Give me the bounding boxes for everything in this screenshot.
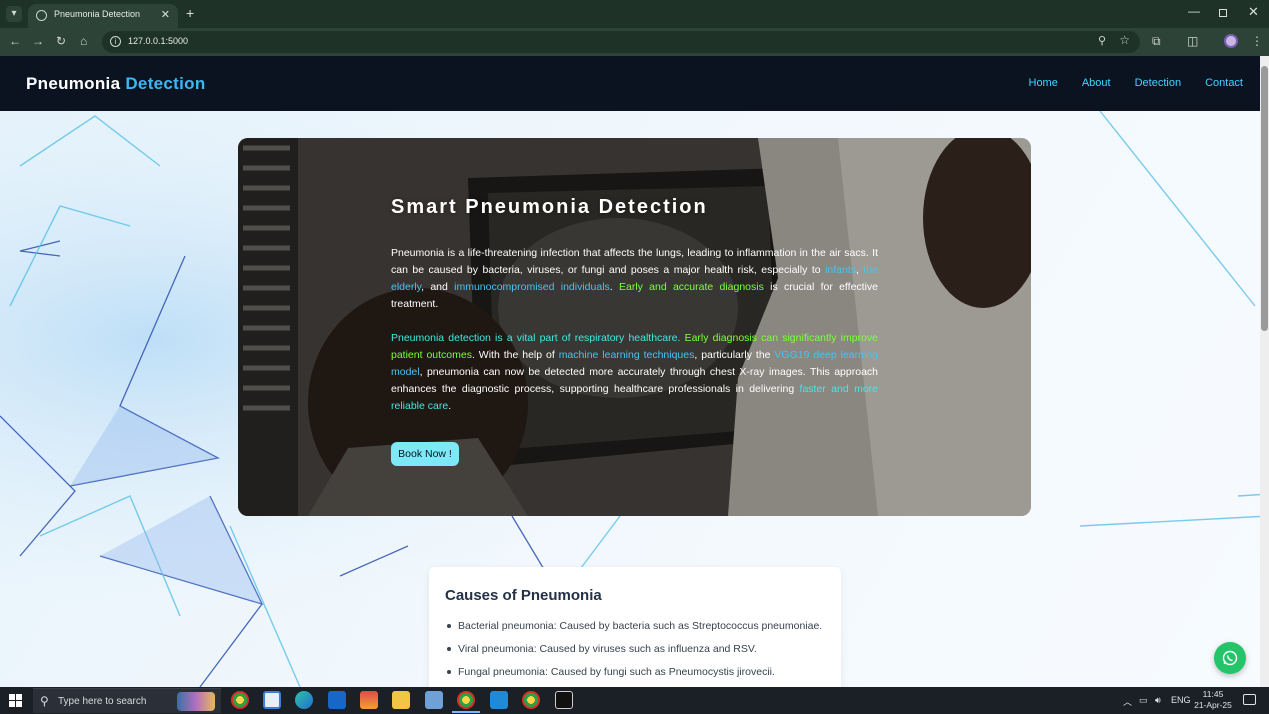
whatsapp-chat-button[interactable] xyxy=(1214,642,1246,674)
causes-list-item: Fungal pneumonia: Caused by fungi such a… xyxy=(445,665,822,687)
hero-paragraph-intro: Pneumonia is a life-threatening infectio… xyxy=(391,245,878,313)
whatsapp-icon xyxy=(1222,650,1238,666)
scrollbar-thumb[interactable] xyxy=(1261,66,1268,331)
browser-menu-icon[interactable]: ⋮ xyxy=(1251,34,1263,48)
browser-tab[interactable]: Pneumonia Detection ✕ xyxy=(28,4,178,28)
site-navbar: Pneumonia Detection Home About Detection… xyxy=(0,56,1260,111)
brand-accent-text: Detection xyxy=(125,74,206,93)
minimize-window-icon[interactable]: — xyxy=(1188,4,1200,18)
hero-p2-ml: machine learning techniques xyxy=(558,349,695,361)
home-icon[interactable]: ⌂ xyxy=(80,34,87,48)
zoom-icon[interactable]: ⚲ xyxy=(1098,34,1106,47)
chrome-active-app-icon[interactable] xyxy=(457,691,475,709)
extensions-icon[interactable]: ⧉ xyxy=(1152,34,1161,49)
volume-icon[interactable]: 🔊︎ xyxy=(1155,695,1161,706)
tab-search-chevron-icon[interactable]: ▾ xyxy=(6,6,22,22)
hero-p2-vital: Pneumonia detection is a vital part of r… xyxy=(391,332,681,344)
hero-p2-text-1: . With the help of xyxy=(471,349,559,361)
forward-arrow-icon[interactable]: → xyxy=(32,34,44,48)
browser-toolbar: ← → ↻ ⌂ i 127.0.0.1:5000 ⚲ ☆ ⧉ ◫ ⋮ xyxy=(0,28,1269,56)
store-app-icon[interactable] xyxy=(263,691,281,709)
nav-link-home[interactable]: Home xyxy=(1029,77,1058,89)
hero-p1-sep-2: , and xyxy=(421,281,455,293)
close-window-icon[interactable]: ✕ xyxy=(1248,4,1259,20)
outlook-app-icon[interactable] xyxy=(328,691,346,709)
brand-logo[interactable]: Pneumonia Detection xyxy=(26,74,206,94)
new-tab-icon[interactable]: + xyxy=(186,5,194,21)
hero-p1-immuno: immunocompromised individuals xyxy=(454,281,610,293)
file-explorer-icon[interactable] xyxy=(392,691,410,709)
taskbar-search-box[interactable]: ⚲ Type here to search xyxy=(33,688,221,713)
hero-p2-text-2: , particularly the xyxy=(694,349,775,361)
hero-p1-text-1: Pneumonia is a life-threatening infectio… xyxy=(391,247,878,276)
app-icon-red[interactable] xyxy=(360,691,378,709)
chrome-app-icon[interactable] xyxy=(231,691,249,709)
tray-chevron-icon[interactable]: ︿ xyxy=(1123,695,1132,708)
clock-time: 11:45 xyxy=(1202,689,1224,699)
causes-card: Causes of Pneumonia Bacterial pneumonia:… xyxy=(429,567,841,687)
windows-start-icon[interactable] xyxy=(9,694,22,707)
bookmark-star-icon[interactable]: ☆ xyxy=(1119,33,1130,47)
hero-content: Smart Pneumonia Detection Pneumonia is a… xyxy=(391,196,878,415)
nav-link-about[interactable]: About xyxy=(1082,77,1111,89)
hero-p1-infants: infants xyxy=(825,264,856,276)
vscode-app-icon[interactable] xyxy=(490,691,508,709)
hero-p2-text-4: . xyxy=(448,400,452,412)
close-tab-icon[interactable]: ✕ xyxy=(161,8,170,21)
hero-banner: Smart Pneumonia Detection Pneumonia is a… xyxy=(238,138,1031,516)
search-icon: ⚲ xyxy=(40,694,49,708)
active-app-indicator xyxy=(452,711,480,713)
causes-list: Bacterial pneumonia: Caused by bacteria … xyxy=(445,619,822,687)
side-panel-icon[interactable]: ◫ xyxy=(1187,34,1198,48)
maximize-window-icon[interactable] xyxy=(1219,9,1227,17)
brand-main-text: Pneumonia xyxy=(26,74,121,93)
clock-date: 21-Apr-25 xyxy=(1194,700,1232,710)
hero-paragraph-detection: Pneumonia detection is a vital part of r… xyxy=(391,330,878,415)
tab-title: Pneumonia Detection xyxy=(54,9,141,19)
browser-tab-bar: ▾ Pneumonia Detection ✕ + — ✕ xyxy=(0,0,1269,28)
windows-taskbar: ⚲ Type here to search ︿ ▭ 🔊︎ ENG 11:45 2… xyxy=(0,687,1269,714)
back-arrow-icon[interactable]: ← xyxy=(9,34,21,48)
address-bar[interactable]: i 127.0.0.1:5000 ⚲ ☆ xyxy=(102,31,1140,53)
edge-app-icon[interactable] xyxy=(295,691,313,709)
profile-avatar[interactable] xyxy=(1224,34,1238,48)
taskbar-search-placeholder: Type here to search xyxy=(58,696,147,707)
site-info-icon[interactable]: i xyxy=(110,36,121,47)
hero-p1-early-diagnosis: Early and accurate diagnosis xyxy=(618,281,764,293)
hero-title: Smart Pneumonia Detection xyxy=(391,196,708,218)
address-url: 127.0.0.1:5000 xyxy=(128,36,189,46)
nav-link-contact[interactable]: Contact xyxy=(1205,77,1243,89)
terminal-app-icon[interactable] xyxy=(555,691,573,709)
nav-links: Home About Detection Contact xyxy=(1029,77,1244,89)
taskbar-clock[interactable]: 11:45 21-Apr-25 xyxy=(1193,689,1233,711)
chrome-profile-app-icon[interactable] xyxy=(522,691,540,709)
reload-icon[interactable]: ↻ xyxy=(56,34,66,48)
notification-icon[interactable] xyxy=(1243,694,1256,705)
page-scrollbar[interactable] xyxy=(1260,56,1269,687)
causes-title: Causes of Pneumonia xyxy=(445,587,602,604)
web-page: Pneumonia Detection Home About Detection… xyxy=(0,56,1269,687)
search-highlight-image xyxy=(177,692,215,711)
book-now-button[interactable]: Book Now ! xyxy=(391,442,459,466)
causes-list-item: Bacterial pneumonia: Caused by bacteria … xyxy=(445,619,822,642)
nav-link-detection[interactable]: Detection xyxy=(1135,77,1181,89)
causes-list-item: Viral pneumonia: Caused by viruses such … xyxy=(445,642,822,665)
network-icon[interactable]: ▭ xyxy=(1139,695,1148,706)
hero-p1-sep-3: . xyxy=(609,281,619,293)
language-indicator[interactable]: ENG xyxy=(1171,695,1191,705)
globe-icon xyxy=(36,10,47,21)
app-icon-computer[interactable] xyxy=(425,691,443,709)
